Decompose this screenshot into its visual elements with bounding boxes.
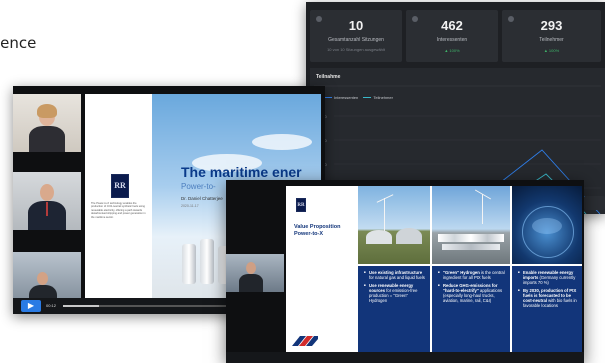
kpi-card-interessenten[interactable]: 462 Interessenten ▲ 100%: [406, 10, 498, 62]
player-controls: [226, 352, 584, 363]
background-text: ience: [0, 34, 37, 52]
slide-date: 2020-11-17: [181, 204, 199, 208]
slide-body-text: The Power-to-X technology enables the pr…: [91, 202, 146, 219]
slide-title-area: RR Value Proposition Power-to-X: [286, 186, 356, 352]
person-body: [239, 274, 263, 292]
biogas-dome: [366, 230, 392, 244]
kpi-delta: ▲ 100%: [444, 48, 460, 53]
flag-logo-icon: [292, 336, 318, 346]
wind-turbine-tower: [384, 198, 385, 232]
kpi-label: Gesamtanzahl Sitzungen: [328, 37, 384, 43]
kpi-card-teilnehmer[interactable]: 293 Teilnehmer ▲ 100%: [502, 10, 601, 62]
biogas-plant-image: [358, 186, 430, 264]
person-head: [246, 262, 256, 274]
legend-swatch: [363, 97, 372, 99]
rolls-royce-logo: RR: [111, 174, 129, 198]
progress-fill: [63, 305, 99, 307]
slide-title: Value Proposition Power-to-X: [294, 224, 341, 237]
webcam-tile[interactable]: [13, 172, 81, 230]
chart-legend: Interessenten Teilnehmer: [320, 95, 393, 100]
presentation-window-front: RR Value Proposition Power-to-X ■ Use ex…: [226, 180, 584, 363]
person-head: [37, 272, 48, 285]
legend-item: Teilnehmer: [373, 95, 393, 100]
value-column-2: "Green" Hydrogen is the central ingredie…: [432, 266, 510, 352]
slide-subtitle: Power-to-: [181, 182, 216, 191]
wind-turbine-blade: [474, 189, 492, 200]
webcam-tile[interactable]: [13, 94, 81, 152]
storage-containers: [438, 234, 504, 242]
globe-network-image: [512, 186, 582, 264]
kpi-label: Interessenten: [436, 37, 468, 43]
cloud: [252, 134, 312, 150]
webcam-tile[interactable]: [226, 254, 284, 292]
value-bullet: Use existing infrastructure for natural …: [364, 270, 426, 280]
slide-view: RR Value Proposition Power-to-X ■ Use ex…: [286, 186, 582, 352]
kpi-value: 293: [540, 18, 563, 33]
legend-swatch: [324, 97, 332, 99]
storage-tank: [182, 244, 196, 284]
person-body: [29, 126, 65, 152]
person-tie: [46, 202, 48, 216]
biogas-dome: [396, 228, 422, 244]
storage-tank: [200, 239, 214, 284]
slide-title: The maritime ener: [181, 164, 302, 180]
logo-text: RR: [297, 203, 305, 208]
play-icon: ▶: [27, 301, 35, 310]
logo-text: RR: [114, 181, 126, 190]
kpi-label: Teilnehmer: [539, 37, 564, 43]
screenshot-stage: ience 10 Gesamtanzahl Sitzungen 10 von 1…: [0, 0, 605, 363]
window-side-button[interactable]: [584, 196, 605, 210]
kpi-value: 462: [441, 18, 463, 33]
storage-containers: [442, 244, 500, 250]
kpi-card-sessions[interactable]: 10 Gesamtanzahl Sitzungen 10 von 10 Sitz…: [310, 10, 402, 62]
legend-item: Interessenten: [334, 95, 359, 100]
kpi-value: 10: [348, 18, 364, 33]
globe-continent: [532, 218, 562, 234]
wind-turbine-blade: [376, 194, 394, 203]
person-hair: [37, 104, 57, 118]
value-bullet: Reduce GHG-emissions for "hard-to-electr…: [438, 283, 506, 303]
chart-gridlines: [334, 115, 601, 189]
value-bullet: Enable renewable energy imports (Germany…: [518, 270, 578, 285]
rolls-royce-logo: RR: [296, 198, 306, 212]
bullet-text: for natural gas and liquid fuels: [369, 275, 425, 280]
value-bullet: "Green" Hydrogen is the central ingredie…: [438, 270, 506, 280]
person-head: [40, 184, 54, 201]
play-button[interactable]: ▶: [21, 300, 41, 312]
hydrogen-storage-image: [432, 186, 510, 264]
value-bullet: By 2030, production of PtX fuels is fore…: [518, 288, 578, 308]
kpi-delta: ▲ 100%: [543, 48, 560, 53]
wind-turbine-tower: [482, 194, 483, 224]
slide-presenter: Dr. Daniel Chatterjee: [181, 196, 223, 201]
value-column-1: Use existing infrastructure for natural …: [358, 266, 430, 352]
value-column-3: Enable renewable energy imports (Germany…: [512, 266, 582, 352]
value-bullet: Use renewable energy sources for emissio…: [364, 283, 426, 303]
playback-time: 00:12: [46, 303, 57, 308]
kpi-subtext: 10 von 10 Sitzungen ausgewählt: [327, 47, 385, 52]
